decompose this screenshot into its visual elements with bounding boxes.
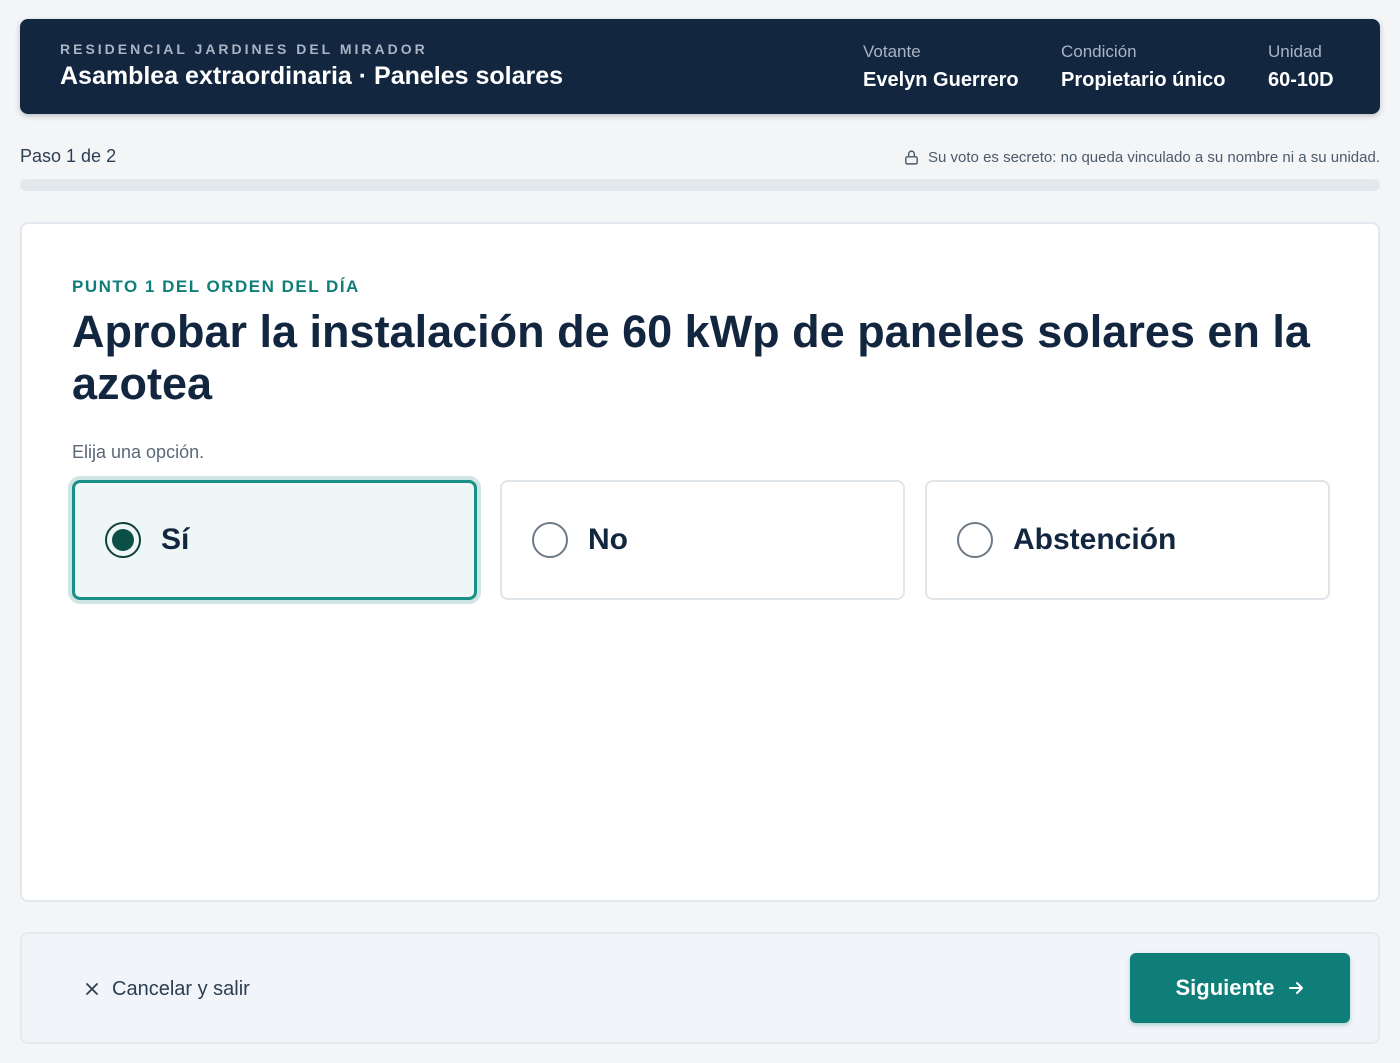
radio-button[interactable] (105, 522, 141, 558)
option-no[interactable]: No (500, 480, 905, 600)
organization-name: RESIDENCIAL JARDINES DEL MIRADOR (60, 41, 428, 57)
cancel-label: Cancelar y salir (112, 977, 250, 1000)
radio-dot (112, 529, 134, 551)
radio-button[interactable] (532, 522, 568, 558)
secret-vote-notice: Su voto es secreto: no queda vinculado a… (903, 146, 1380, 168)
condition-info: Condición Propietario único (1061, 42, 1225, 92)
condition-value: Propietario único (1061, 69, 1226, 91)
voter-label: Votante (863, 42, 921, 61)
option-label: Abstención (1013, 523, 1177, 556)
assembly-title: Asamblea extraordinaria · Paneles solare… (60, 62, 564, 90)
option-label: Sí (161, 523, 190, 556)
voter-info: Votante Evelyn Guerrero (863, 42, 1019, 92)
app-header: RESIDENCIAL JARDINES DEL MIRADOR Asamble… (20, 19, 1380, 114)
condition-label: Condición (1061, 42, 1137, 61)
voter-name: Evelyn Guerrero (863, 69, 1019, 91)
option-yes[interactable]: Sí (72, 480, 477, 600)
selection-hint: Elija una opción. (72, 442, 205, 462)
arrow-right-icon (1288, 982, 1303, 994)
ballot-card: PUNTO 1 DEL ORDEN DEL DÍA Aprobar la ins… (20, 222, 1380, 902)
radio-button[interactable] (957, 522, 993, 558)
unit-label: Unidad (1268, 42, 1322, 61)
close-icon (86, 983, 98, 995)
next-label: Siguiente (1175, 975, 1275, 1000)
lock-icon (905, 149, 918, 165)
unit-value: 60-10D (1268, 69, 1334, 91)
action-bar: Cancelar y salir Siguiente (20, 932, 1380, 1044)
option-label: No (588, 523, 628, 556)
agenda-item-label: PUNTO 1 DEL ORDEN DEL DÍA (72, 277, 360, 296)
secret-notice-text: Su voto es secreto: no queda vinculado a… (928, 148, 1380, 166)
cancel-button[interactable]: Cancelar y salir (84, 975, 250, 1003)
ballot-question: Aprobar la instalación de 60 kWp de pane… (72, 306, 1310, 409)
unit-info: Unidad 60-10D (1268, 42, 1334, 92)
progress-bar (20, 179, 1380, 191)
next-button[interactable]: Siguiente (1130, 953, 1350, 1023)
option-abstention[interactable]: Abstención (925, 480, 1330, 600)
step-indicator: Paso 1 de 2 (20, 146, 117, 166)
